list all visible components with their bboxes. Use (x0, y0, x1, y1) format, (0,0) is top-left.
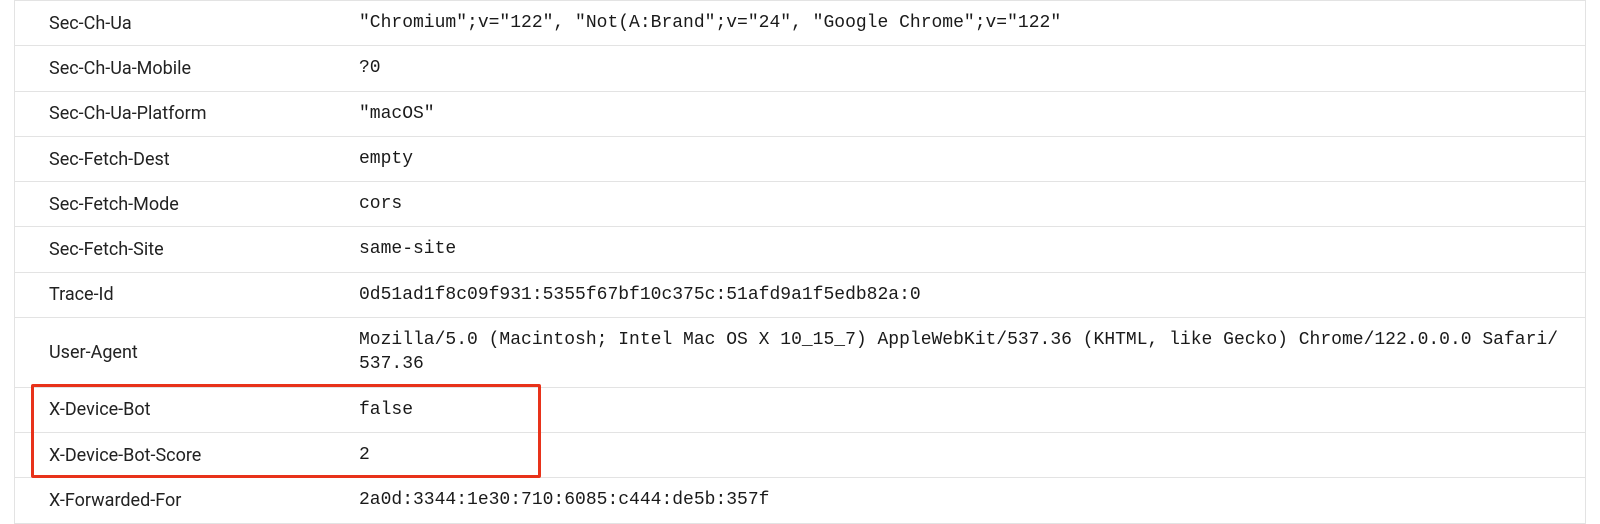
table-row: User-Agent Mozilla/5.0 (Macintosh; Intel… (15, 317, 1585, 387)
table-row: Sec-Fetch-Mode cors (15, 181, 1585, 226)
header-value: 2a0d:3344:1e30:710:6085:c444:de5b:357f (345, 478, 1585, 522)
header-name: Trace-Id (15, 274, 345, 315)
header-name: X-Device-Bot (15, 389, 345, 430)
header-value: same-site (345, 227, 1585, 271)
header-value: 2 (345, 433, 1585, 477)
header-value: cors (345, 182, 1585, 226)
table-row: Sec-Ch-Ua-Platform "macOS" (15, 91, 1585, 136)
header-name: Sec-Fetch-Site (15, 229, 345, 270)
table-row: Trace-Id 0d51ad1f8c09f931:5355f67bf10c37… (15, 272, 1585, 317)
header-name: Sec-Fetch-Dest (15, 139, 345, 180)
table-row: X-Forwarded-For 2a0d:3344:1e30:710:6085:… (15, 477, 1585, 522)
header-value: "Chromium";v="122", "Not(A:Brand";v="24"… (345, 1, 1585, 45)
header-name: User-Agent (15, 332, 345, 373)
header-value: "macOS" (345, 92, 1585, 136)
header-name: Sec-Ch-Ua-Mobile (15, 48, 345, 89)
header-name: X-Forwarded-For (15, 480, 345, 521)
table-row: Sec-Ch-Ua-Mobile ?0 (15, 45, 1585, 90)
table-row: X-Device-Bot-Score 2 (15, 432, 1585, 477)
table-row: X-Device-Bot false (15, 387, 1585, 432)
header-value: false (345, 388, 1585, 432)
headers-table: Sec-Ch-Ua "Chromium";v="122", "Not(A:Bra… (14, 0, 1586, 524)
header-name: X-Device-Bot-Score (15, 435, 345, 476)
header-value: empty (345, 137, 1585, 181)
header-name: Sec-Fetch-Mode (15, 184, 345, 225)
header-value: ?0 (345, 46, 1585, 90)
header-name: Sec-Ch-Ua-Platform (15, 93, 345, 134)
header-name: Sec-Ch-Ua (15, 3, 345, 44)
table-row: Sec-Ch-Ua "Chromium";v="122", "Not(A:Bra… (15, 0, 1585, 45)
table-row: Sec-Fetch-Site same-site (15, 226, 1585, 271)
header-value: Mozilla/5.0 (Macintosh; Intel Mac OS X 1… (345, 318, 1585, 387)
table-row: Sec-Fetch-Dest empty (15, 136, 1585, 181)
header-value: 0d51ad1f8c09f931:5355f67bf10c375c:51afd9… (345, 273, 1585, 317)
headers-panel: Sec-Ch-Ua "Chromium";v="122", "Not(A:Bra… (14, 0, 1586, 524)
